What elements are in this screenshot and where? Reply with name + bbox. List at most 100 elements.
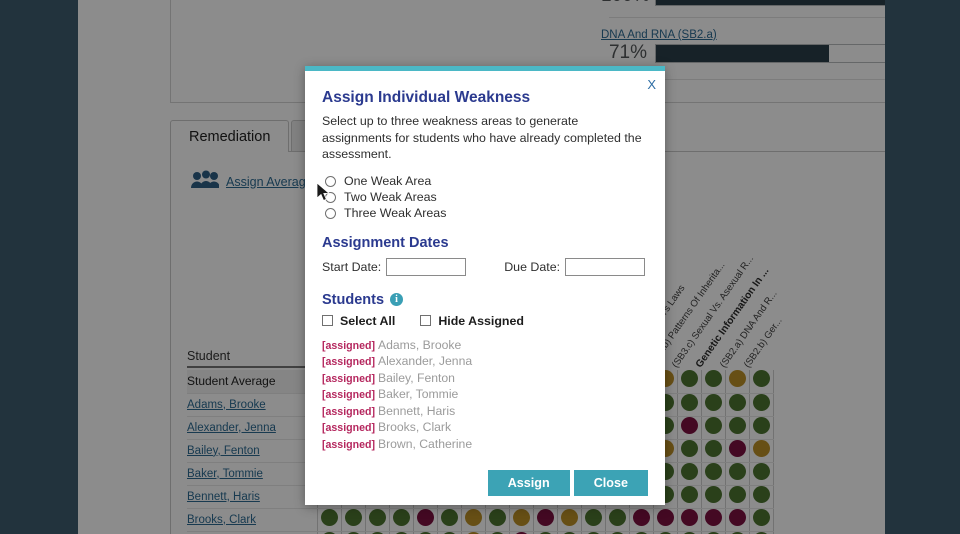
student-list-item[interactable]: [assigned] Bennett, Haris — [322, 404, 648, 421]
performance-dot — [728, 416, 746, 434]
matrix-cell[interactable] — [508, 508, 533, 532]
progress-bar-0: 100% — [601, 0, 901, 7]
weakness-option-label[interactable]: Two Weak Areas — [344, 190, 437, 204]
student-name-link[interactable]: Baker, Tommie — [187, 462, 317, 486]
matrix-cell[interactable] — [724, 439, 749, 463]
matrix-cell[interactable] — [700, 462, 725, 486]
matrix-cell[interactable] — [676, 485, 701, 509]
matrix-cell[interactable] — [748, 485, 774, 509]
matrix-cell[interactable] — [628, 508, 653, 532]
matrix-cell[interactable] — [676, 462, 701, 486]
progress-bar-1: 71% — [601, 42, 901, 64]
assign-button[interactable]: Assign — [487, 469, 570, 496]
performance-dot — [680, 439, 698, 457]
select-all-label[interactable]: Select All — [340, 314, 395, 328]
matrix-cell[interactable] — [700, 508, 725, 532]
weakness-option-2[interactable]: Three Weak Areas — [325, 206, 648, 221]
student-name: Brooks, Clark — [377, 420, 452, 435]
matrix-cell[interactable] — [364, 508, 389, 532]
student-name: Bennett, Haris — [377, 403, 456, 418]
student-name-link[interactable]: Bailey, Fenton — [187, 439, 317, 463]
performance-dot — [704, 508, 722, 526]
progress-percent-0: 100% — [601, 0, 650, 7]
matrix-cell[interactable] — [700, 416, 725, 440]
matrix-cell[interactable] — [676, 439, 701, 463]
student-name: Adams, Brooke — [377, 337, 462, 352]
matrix-cell[interactable] — [748, 462, 774, 486]
matrix-cell[interactable] — [700, 370, 725, 394]
performance-dot — [680, 485, 698, 503]
matrix-cell[interactable] — [388, 508, 413, 532]
weakness-option-group: One Weak Area Two Weak Areas Three Weak Ar… — [325, 174, 648, 221]
close-button[interactable]: Close — [573, 469, 648, 496]
matrix-cell[interactable] — [748, 393, 774, 417]
progress-fill-0 — [656, 0, 900, 5]
performance-dot — [704, 370, 722, 388]
matrix-cell[interactable] — [724, 416, 749, 440]
radio-icon[interactable] — [325, 207, 336, 219]
matrix-cell[interactable] — [580, 508, 605, 532]
due-date-input[interactable] — [565, 257, 646, 276]
student-name-link[interactable]: Brooks, Clark — [187, 508, 317, 532]
hide-assigned-checkbox[interactable] — [420, 315, 432, 326]
performance-dot — [728, 508, 746, 526]
student-name-link[interactable]: Adams, Brooke — [187, 393, 317, 417]
matrix-cell[interactable] — [532, 508, 557, 532]
start-date-label: Start Date: — [322, 259, 382, 274]
matrix-cell[interactable] — [724, 508, 749, 532]
performance-dot — [680, 416, 698, 434]
matrix-cell[interactable] — [724, 393, 749, 417]
performance-dot — [752, 370, 770, 388]
matrix-cell[interactable] — [700, 393, 725, 417]
weakness-option-label[interactable]: One Weak Area — [344, 174, 431, 188]
performance-dot — [368, 508, 386, 526]
matrix-cell[interactable] — [748, 416, 774, 440]
matrix-cell[interactable] — [676, 508, 701, 532]
matrix-cell[interactable] — [676, 370, 701, 394]
student-list-item[interactable]: [assigned] Adams, Brooke — [322, 338, 648, 355]
tab-remediation[interactable]: Remediation — [170, 120, 290, 152]
student-list-item[interactable]: [assigned] Brown, Catherine — [322, 437, 648, 454]
performance-dot — [752, 439, 770, 457]
matrix-cell[interactable] — [748, 370, 774, 394]
student-list-item[interactable]: [assigned] Bailey, Fenton — [322, 371, 648, 388]
student-list-item[interactable]: [assigned] Brooks, Clark — [322, 420, 648, 437]
performance-dot — [608, 508, 626, 526]
matrix-cell[interactable] — [484, 508, 509, 532]
matrix-cell[interactable] — [652, 508, 677, 532]
matrix-cell[interactable] — [700, 485, 725, 509]
matrix-cell[interactable] — [436, 508, 461, 532]
start-date-input[interactable] — [386, 257, 467, 276]
matrix-cell[interactable] — [748, 439, 774, 463]
matrix-cell[interactable] — [604, 508, 629, 532]
performance-dot — [752, 508, 770, 526]
student-name-link[interactable]: Bennett, Haris — [187, 485, 317, 509]
matrix-cell[interactable] — [556, 508, 581, 532]
weakness-option-label[interactable]: Three Weak Areas — [344, 206, 446, 220]
matrix-cell[interactable] — [724, 370, 749, 394]
select-all-checkbox[interactable] — [322, 315, 333, 326]
progress-label-1[interactable]: DNA And RNA (SB2.a) — [601, 29, 901, 41]
performance-dot — [440, 508, 458, 526]
matrix-cell[interactable] — [676, 393, 701, 417]
matrix-cell[interactable] — [748, 508, 774, 532]
matrix-cell[interactable] — [460, 508, 485, 532]
hide-assigned-label[interactable]: Hide Assigned — [438, 314, 524, 328]
weakness-option-1[interactable]: Two Weak Areas — [325, 190, 648, 205]
student-list-item[interactable]: [assigned] Alexander, Jenna — [322, 354, 648, 371]
student-list: [assigned] Adams, Brooke [assigned] Alexa… — [322, 338, 648, 454]
matrix-cell[interactable] — [676, 416, 701, 440]
students-heading: Students — [322, 291, 385, 308]
info-icon[interactable]: i — [390, 293, 404, 306]
matrix-cell[interactable] — [412, 508, 437, 532]
close-icon[interactable]: X — [647, 77, 656, 92]
student-name-link[interactable]: Alexander, Jenna — [187, 416, 317, 440]
matrix-cell[interactable] — [724, 485, 749, 509]
weakness-option-0[interactable]: One Weak Area — [325, 174, 648, 189]
student-list-item[interactable]: [assigned] Baker, Tommie — [322, 387, 648, 404]
matrix-cell[interactable] — [340, 508, 365, 532]
performance-dot — [680, 370, 698, 388]
matrix-cell[interactable] — [724, 462, 749, 486]
matrix-cell[interactable] — [316, 508, 341, 532]
matrix-cell[interactable] — [700, 439, 725, 463]
